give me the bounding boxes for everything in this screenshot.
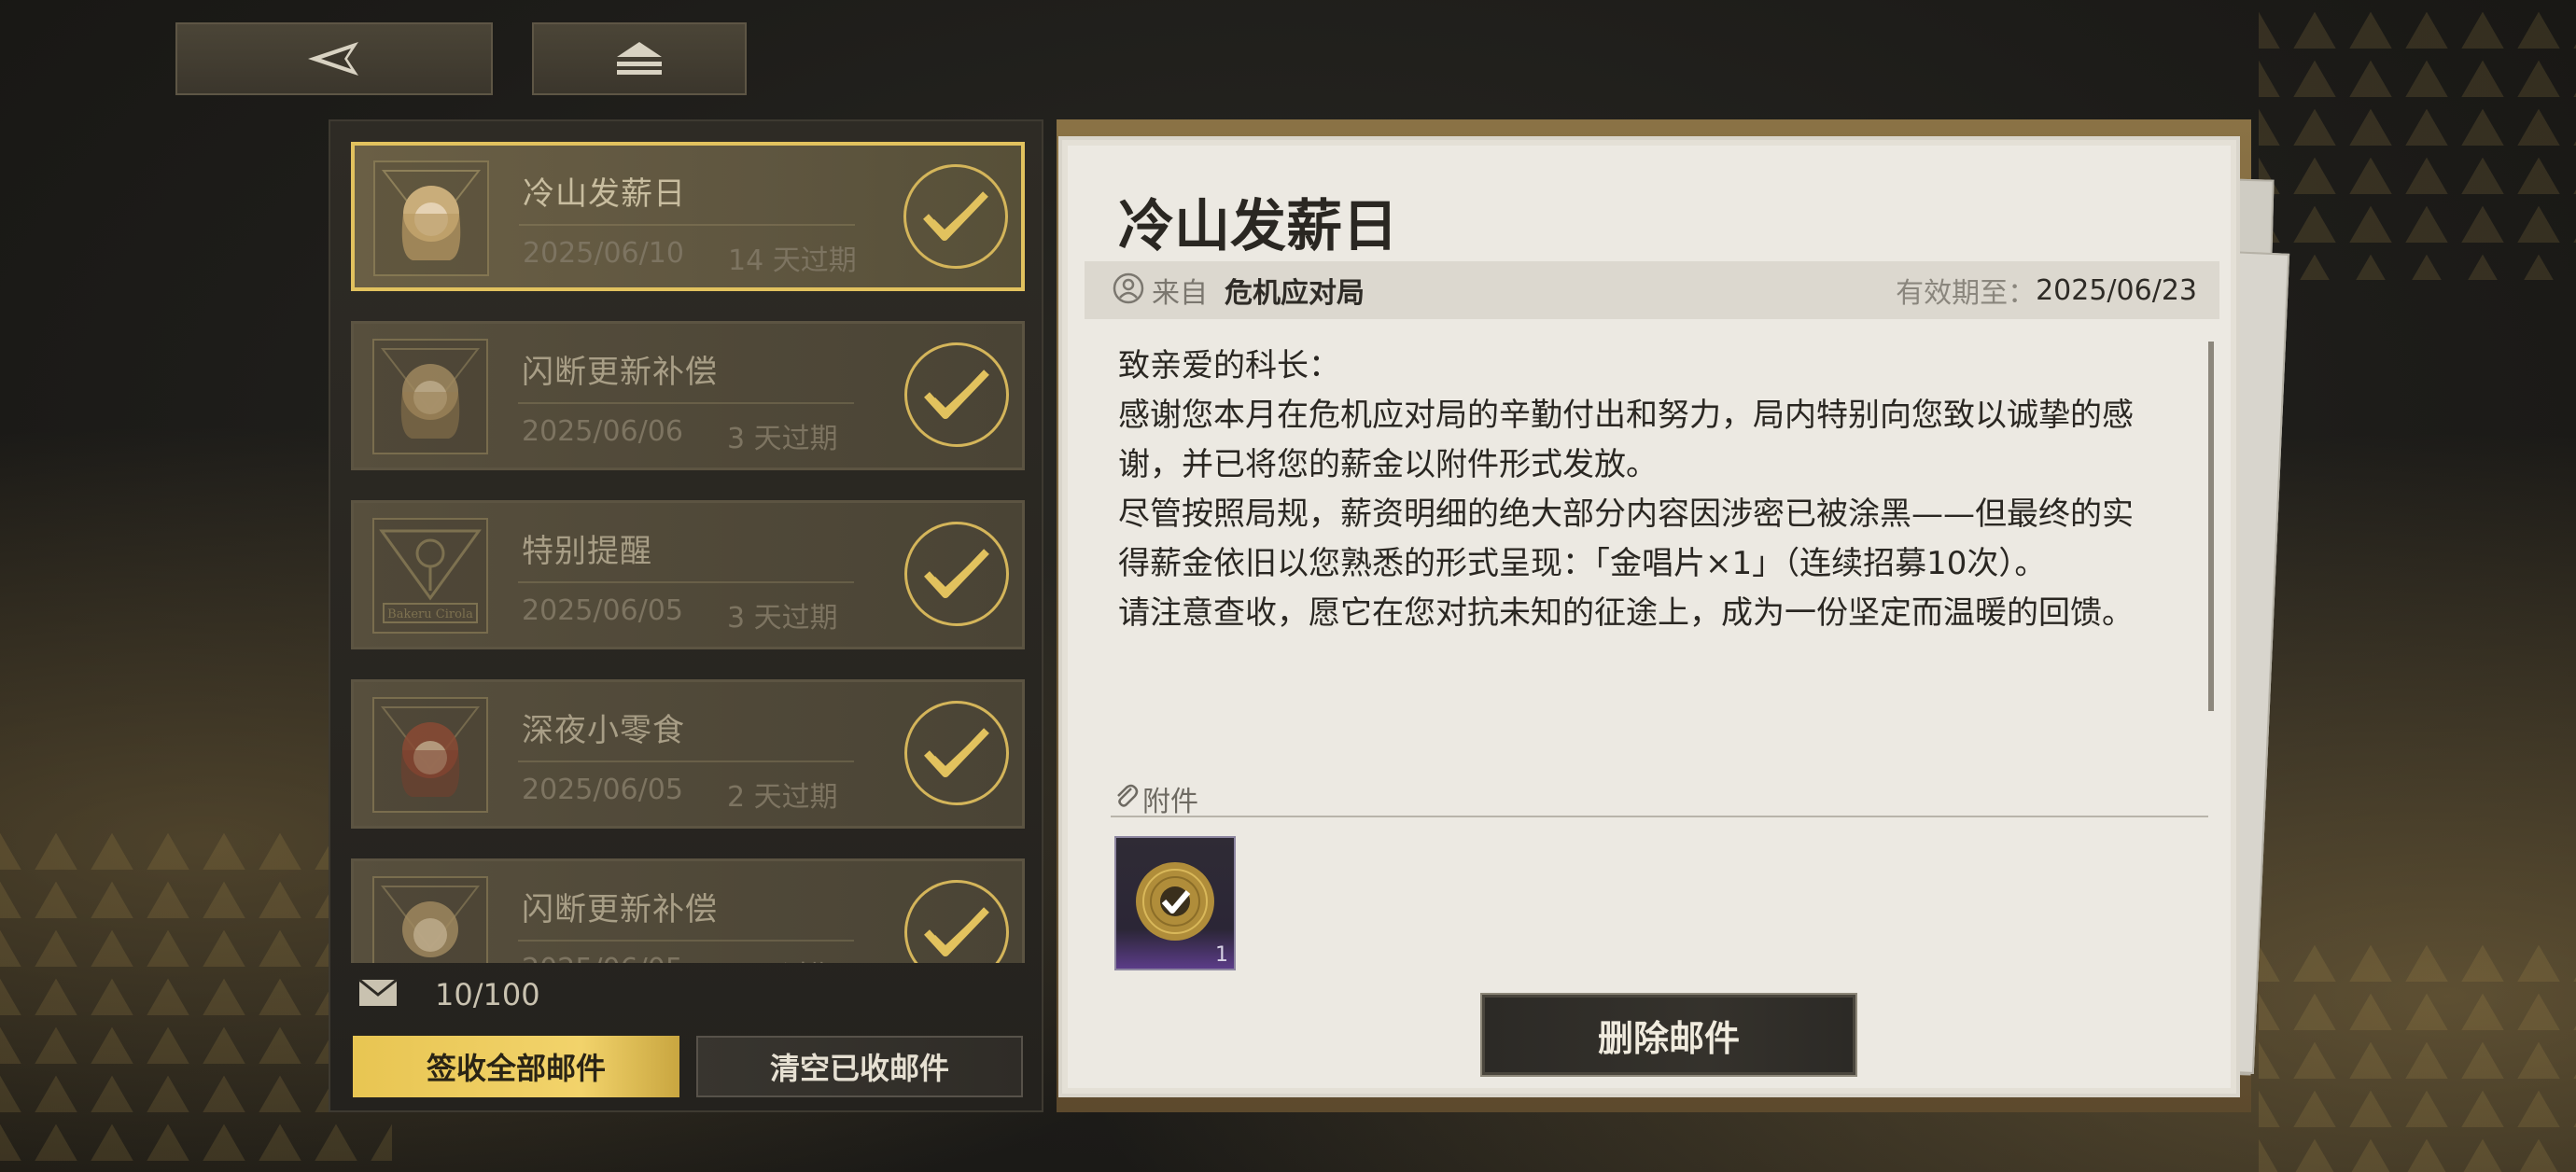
- valid-until-date: 2025/06/23: [2036, 273, 2197, 307]
- bg-pattern-right: [2259, 0, 2576, 280]
- from-label: 来自: [1152, 277, 1208, 310]
- red-hair-girl-avatar: [372, 697, 488, 813]
- blonde-girl-avatar: [372, 339, 488, 454]
- claimed-check-icon: [904, 880, 1009, 963]
- emblem-icon: Bakeru Cirola: [372, 518, 488, 634]
- envelope-icon: [358, 978, 398, 1011]
- from-bar: 来自 危机应对局 有效期至： 2025/06/23: [1085, 261, 2219, 319]
- attachment-label: 附件: [1113, 778, 1198, 819]
- delete-mail-button[interactable]: 删除邮件: [1482, 995, 1855, 1075]
- divider: [518, 760, 854, 762]
- attachment-item[interactable]: 1: [1114, 836, 1236, 970]
- clear-claimed-button[interactable]: 清空已收邮件: [696, 1036, 1023, 1097]
- divider: [519, 224, 855, 226]
- claim-all-button[interactable]: 签收全部邮件: [353, 1036, 679, 1097]
- mail-item[interactable]: 闪断更新补偿 2025/06/05 3 天过期: [351, 858, 1025, 963]
- bg-pattern-right-bottom: [2259, 933, 2576, 1172]
- home-eject-icon: [613, 40, 665, 77]
- blonde-girl-avatar: [372, 876, 488, 963]
- detail-title: 冷山发薪日: [1118, 194, 1398, 259]
- mail-expiry: 2 天过期: [727, 781, 838, 814]
- claimed-check-icon: [904, 342, 1009, 447]
- mail-expiry: 3 天过期: [727, 602, 838, 635]
- person-icon: [1113, 272, 1144, 308]
- mail-title: 闪断更新补偿: [522, 354, 718, 391]
- mail-title: 特别提醒: [522, 533, 652, 570]
- sender-name: 危机应对局: [1225, 277, 1365, 310]
- body-paragraph: 尽管按照局规，薪资明细的绝大部分内容因涉密已被涂黑——但最终的实得薪金依旧以您熟…: [1118, 495, 2134, 582]
- gold-record-icon: [1128, 855, 1222, 952]
- mail-title: 冷山发薪日: [523, 175, 686, 213]
- valid-until-label: 有效期至：: [1896, 277, 2037, 310]
- mail-date: 2025/06/10: [523, 237, 684, 270]
- mail-expiry: 3 天过期: [727, 953, 838, 963]
- paperclip-icon: [1113, 781, 1139, 816]
- mail-title: 闪断更新补偿: [522, 891, 718, 928]
- mail-count-text: 10/100: [435, 977, 540, 1012]
- home-button[interactable]: [532, 22, 747, 95]
- attachment-divider: [1111, 816, 2208, 817]
- mail-item[interactable]: Bakeru Cirola 特别提醒 2025/06/05 3 天过期: [351, 500, 1025, 649]
- mail-detail-card: 冷山发薪日 来自 危机应对局 有效期至： 2025/06/23 致亲爱的科长： …: [1058, 136, 2240, 1097]
- body-scrollbar[interactable]: [2208, 342, 2214, 711]
- claimed-check-icon: [903, 164, 1008, 269]
- claimed-check-icon: [904, 522, 1009, 626]
- attachment-quantity: 1: [1215, 943, 1228, 967]
- back-arrow-icon: [304, 38, 364, 79]
- mail-list[interactable]: 冷山发薪日 2025/06/10 14 天过期 闪断更新补偿 2025/06/0…: [351, 142, 1025, 963]
- mail-date: 2025/06/05: [522, 774, 683, 806]
- blonde-girl-avatar: [373, 160, 489, 276]
- mail-item[interactable]: 深夜小零食 2025/06/05 2 天过期: [351, 679, 1025, 829]
- mail-expiry: 3 天过期: [727, 423, 838, 455]
- claimed-check-icon: [904, 701, 1009, 805]
- mail-count: 10/100: [351, 967, 1025, 1023]
- back-button[interactable]: [175, 22, 493, 95]
- mail-date: 2025/06/05: [522, 953, 683, 963]
- mail-title: 深夜小零食: [522, 712, 685, 749]
- body-paragraph: 感谢您本月在危机应对局的辛勤付出和努力，局内特别向您致以诚挚的感谢，并已将您的薪…: [1118, 397, 2134, 483]
- body-paragraph: 请注意查收，愿它在您对抗未知的征途上，成为一份坚定而温暖的回馈。: [1118, 594, 2134, 632]
- mail-list-panel: 冷山发薪日 2025/06/10 14 天过期 闪断更新补偿 2025/06/0…: [329, 119, 1043, 1112]
- mail-date: 2025/06/05: [522, 594, 683, 627]
- attachment-label-text: 附件: [1142, 786, 1198, 818]
- mail-body: 致亲爱的科长： 感谢您本月在危机应对局的辛勤付出和努力，局内特别向您致以诚挚的感…: [1118, 342, 2163, 864]
- mail-item[interactable]: 冷山发薪日 2025/06/10 14 天过期: [351, 142, 1025, 291]
- mail-item[interactable]: 闪断更新补偿 2025/06/06 3 天过期: [351, 321, 1025, 470]
- emblem-text: Bakeru Cirola: [387, 607, 473, 621]
- mail-date: 2025/06/06: [522, 415, 683, 448]
- mail-expiry: 14 天过期: [728, 244, 857, 277]
- divider: [518, 402, 854, 404]
- divider: [518, 581, 854, 583]
- body-paragraph: 致亲爱的科长：: [1118, 347, 1340, 384]
- divider: [518, 940, 854, 942]
